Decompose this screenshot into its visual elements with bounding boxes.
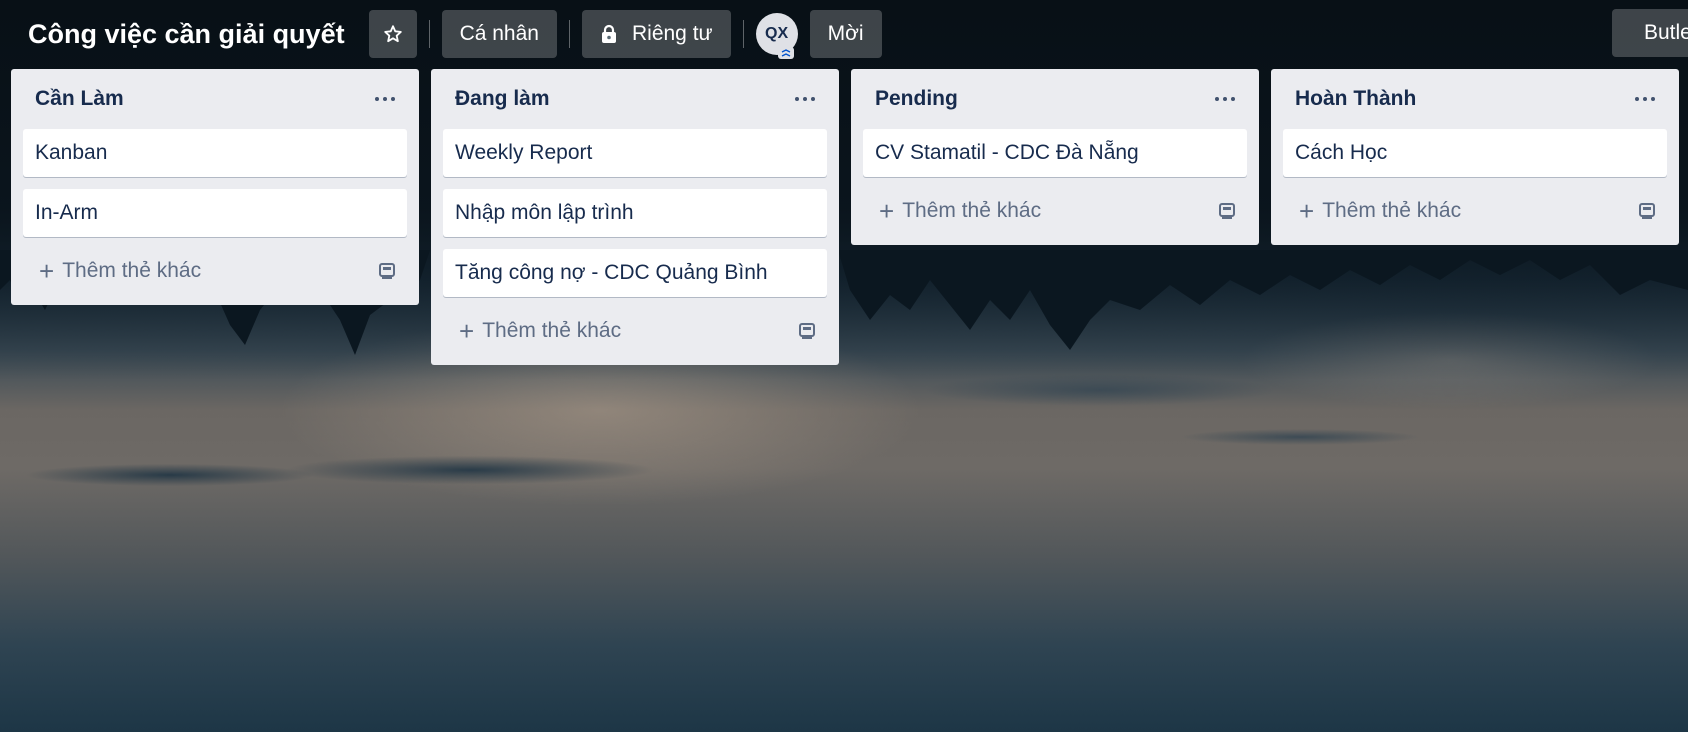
plus-icon: + [39,256,55,286]
butler-button[interactable]: Butler [1612,9,1688,57]
list-dang-lam: Đang làm Weekly Report Nhập môn lập trìn… [431,69,839,365]
add-card-label: Thêm thẻ khác [1322,199,1462,222]
header-divider [568,20,570,48]
card-template-icon [1219,203,1235,219]
list-footer: + Thêm thẻ khác [1283,187,1667,235]
list-header: Hoàn Thành [1283,69,1667,129]
workspace-button[interactable]: Cá nhân [441,10,557,58]
card-template-button[interactable] [1217,202,1237,220]
card[interactable]: Tăng công nợ - CDC Quảng Bình [443,249,827,297]
star-button[interactable] [368,10,417,58]
list-can-lam: Cần Làm Kanban In-Arm + Thêm thẻ khác [11,69,419,305]
star-icon [383,25,402,43]
plus-icon: + [1299,196,1315,226]
card[interactable]: CV Stamatil - CDC Đà Nẵng [863,129,1247,177]
member-avatar[interactable]: QX [755,13,798,59]
card-template-button[interactable] [1637,202,1657,220]
list-pending: Pending CV Stamatil - CDC Đà Nẵng + Thêm… [851,69,1259,245]
plus-icon: + [879,196,895,226]
list-title[interactable]: Pending [875,87,958,111]
list-header: Cần Làm [23,69,407,129]
list-footer: + Thêm thẻ khác [443,307,827,355]
card[interactable]: Cách Học [1283,129,1667,177]
card-template-button[interactable] [797,322,817,340]
list-hoan-thanh: Hoàn Thành Cách Học + Thêm thẻ khác [1271,69,1679,245]
add-card-label: Thêm thẻ khác [902,199,1042,222]
card-template-icon [799,323,815,339]
card-template-icon [379,263,395,279]
add-card-button[interactable]: + Thêm thẻ khác [459,318,621,344]
plus-icon: + [459,316,475,346]
add-card-button[interactable]: + Thêm thẻ khác [879,198,1041,224]
card[interactable]: Kanban [23,129,407,177]
list-menu-button[interactable] [789,91,821,107]
list-title[interactable]: Đang làm [455,87,550,111]
board-title[interactable]: Công việc cần giải quyết [28,19,345,50]
list-footer: + Thêm thẻ khác [863,187,1247,235]
visibility-button[interactable]: Riêng tư [581,10,731,58]
board-header: Công việc cần giải quyết Cá nhân Riêng t… [0,0,1688,68]
more-horizontal-icon [1215,97,1235,101]
invite-button[interactable]: Mời [809,10,882,58]
admin-chevron-icon [777,47,794,59]
more-horizontal-icon [1635,97,1655,101]
list-header: Đang làm [443,69,827,129]
more-horizontal-icon [795,97,815,101]
list-title[interactable]: Cần Làm [35,87,124,111]
list-menu-button[interactable] [1629,91,1661,107]
avatar-initials: QX [765,25,789,42]
card[interactable]: Nhập môn lập trình [443,189,827,237]
card-template-button[interactable] [377,262,397,280]
list-title[interactable]: Hoàn Thành [1295,87,1416,111]
list-menu-button[interactable] [1209,91,1241,107]
card[interactable]: Weekly Report [443,129,827,177]
header-divider [428,20,430,48]
list-header: Pending [863,69,1247,129]
header-divider [742,20,744,48]
list-menu-button[interactable] [369,91,401,107]
list-footer: + Thêm thẻ khác [23,247,407,295]
more-horizontal-icon [375,97,395,101]
butler-label: Butler [1644,21,1688,44]
visibility-label: Riêng tư [631,22,713,45]
add-card-label: Thêm thẻ khác [62,259,202,282]
add-card-label: Thêm thẻ khác [482,319,622,342]
add-card-button[interactable]: + Thêm thẻ khác [1299,198,1461,224]
lock-icon [601,24,616,43]
card[interactable]: In-Arm [23,189,407,237]
card-template-icon [1639,203,1655,219]
add-card-button[interactable]: + Thêm thẻ khác [39,258,201,284]
